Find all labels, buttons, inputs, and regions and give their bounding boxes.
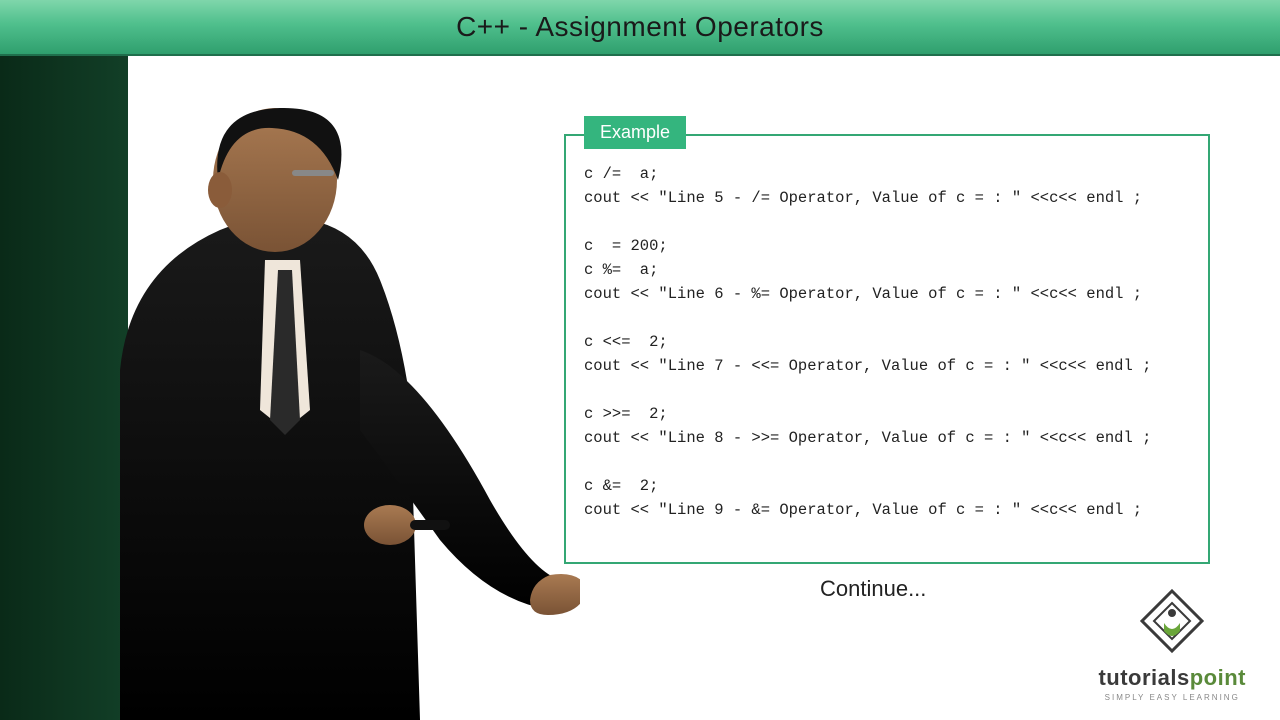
example-tab-label: Example	[584, 116, 686, 149]
slide-titlebar: C++ - Assignment Operators	[0, 0, 1280, 56]
slide-title: C++ - Assignment Operators	[456, 11, 824, 43]
video-slide: C++ - Assignment Operators Example c /= …	[0, 0, 1280, 720]
logo-diamond-icon	[1130, 586, 1214, 656]
logo-wordmark: tutorialspoint	[1098, 665, 1246, 691]
code-example-box: Example c /= a; cout << "Line 5 - /= Ope…	[564, 134, 1210, 564]
logo-word-accent: point	[1190, 665, 1246, 690]
code-block: c /= a; cout << "Line 5 - /= Operator, V…	[584, 162, 1194, 552]
logo-tagline: SIMPLY EASY LEARNING	[1098, 693, 1246, 702]
studio-backdrop-stripe	[0, 56, 128, 720]
brand-logo: tutorialspoint SIMPLY EASY LEARNING	[1098, 586, 1246, 702]
continue-label: Continue...	[820, 576, 926, 602]
logo-word-primary: tutorials	[1098, 665, 1189, 690]
